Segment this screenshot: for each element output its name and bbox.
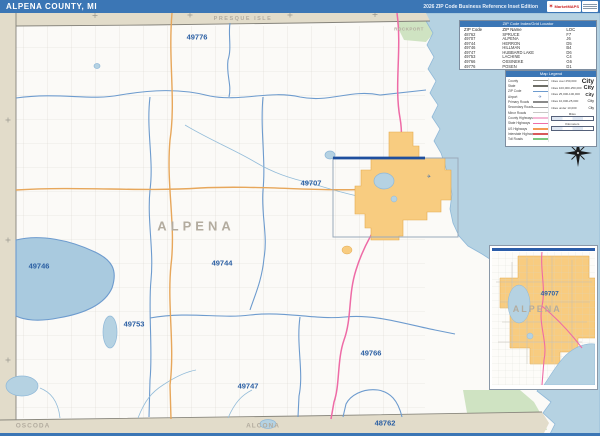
inset-pond <box>526 332 534 340</box>
legend-road-sample <box>532 112 548 114</box>
legend-road-sample <box>532 133 548 136</box>
zip-index-rows: 48762 SPRUCE F7 49707 ALPENA J6 49744 HERRON D5 4… <box>460 33 596 70</box>
inset-map-canvas <box>492 252 595 386</box>
alpena-inset-panel: ALPENA 49707 <box>489 245 598 390</box>
legend-road-label: Primary Roads <box>508 100 530 105</box>
city-area-fragment <box>341 245 353 255</box>
legend-city-item: Cities 10,000-25,000 City <box>551 98 594 105</box>
zip-name-cell: POSEN <box>502 64 517 69</box>
legend-road-sample <box>532 138 548 141</box>
legend-city-sample: City <box>583 84 594 91</box>
logo-fineprint <box>582 1 598 12</box>
legend-road-sample <box>532 106 548 108</box>
legend-road-sample <box>532 101 548 103</box>
scale-km-bar <box>550 126 594 131</box>
montmorency-strip <box>0 13 16 433</box>
legend-road-label: Minor Roads <box>508 110 527 115</box>
bottom-frame-bar <box>0 432 600 436</box>
legend-color-line <box>532 117 548 119</box>
legend-road-sample <box>532 90 548 93</box>
legend-city-label: Cities 100,000-250,000 <box>550 85 582 90</box>
legend-color-line <box>532 128 548 130</box>
legend-city-label: Cities over 250,000 <box>550 79 577 84</box>
scale-bars: Miles Kilometers <box>550 112 594 131</box>
legend-city-sample: City <box>588 105 595 110</box>
logo-text: MarketMAPS <box>554 4 579 9</box>
page-title: ALPENA COUNTY, MI <box>6 2 98 11</box>
zip-index-panel: ZIP Code Index/Grid Locator ZIP Code ZIP… <box>459 20 597 70</box>
legend-road-label: Interstate Highways <box>508 132 533 137</box>
legend-city-classes: Cities over 250,000 City Cities 100,000-25… <box>547 78 594 143</box>
scale-miles-bar <box>550 116 594 121</box>
title-bar: ALPENA COUNTY, MI 2026 ZIP Code Business… <box>0 0 600 13</box>
legend-city-item: Cities 100,000-250,000 City <box>551 85 594 92</box>
legend-city-label: Cities 10,000-25,000 <box>550 99 579 104</box>
marketmaps-logo: ✶ MarketMAPS <box>546 1 598 12</box>
legend-city-sample: City <box>587 99 594 104</box>
minor-roads-grid <box>16 26 425 418</box>
scale-miles: Miles <box>550 112 594 121</box>
edition-subtitle: 2026 ZIP Code Business Reference Inset E… <box>423 3 538 10</box>
inset-county-label: ALPENA <box>512 304 562 315</box>
legend-color-line <box>532 90 548 93</box>
lake-winyah <box>373 172 395 190</box>
zip-code-cell: 49776 <box>464 64 476 69</box>
legend-road-types: County State ZIP Code Airport ✈ Primary Roads… <box>508 78 548 142</box>
legend-road-sample <box>532 80 548 82</box>
legend-road-label: County <box>508 78 519 83</box>
legend-color-line <box>532 106 548 108</box>
legend-road-label: County Highways <box>508 116 533 121</box>
legend-road-sample <box>532 128 548 130</box>
legend-color-line <box>532 112 548 114</box>
inset-title-bar <box>492 248 595 251</box>
legend-color-line <box>532 101 548 103</box>
legend-city-item: Cities over 250,000 City <box>551 78 594 85</box>
legend-road-sample <box>532 85 548 88</box>
legend-road-sample <box>532 117 548 119</box>
inset-zip-label: 49707 <box>540 290 559 298</box>
legend-panel: Map Legend County State ZIP Code Airport ✈ Pr… <box>505 70 597 147</box>
zip-table-row: 49776 POSEN D1 <box>460 65 596 70</box>
logo-main: ✶ MarketMAPS <box>546 1 581 12</box>
legend-color-line <box>532 85 548 88</box>
legend-city-item: Cities 25,000-100,000 City <box>551 91 594 98</box>
legend-city-sample: City <box>585 91 594 97</box>
airport-icon: ✈ <box>538 94 542 100</box>
legend-road-item: Toll Roads <box>508 137 548 142</box>
pond <box>390 195 398 203</box>
legend-road-label: Secondary Roads <box>508 105 533 110</box>
legend-city-label: Cities under 10,000 <box>550 105 577 110</box>
legend-road-label: Airport <box>508 94 518 99</box>
legend-color-line <box>532 133 548 136</box>
map-page: 49776 49746 49744 49753 49707 49766 49747 48762… <box>0 0 600 436</box>
legend-city-item: Cities under 10,000 City <box>551 104 594 111</box>
grid-loc-cell: D1 <box>566 64 572 69</box>
legend-road-sample: ✈ <box>533 94 548 99</box>
legend-city-label: Cities 25,000-100,000 <box>550 92 580 97</box>
legend-road-sample <box>532 122 548 125</box>
legend-color-line <box>532 122 548 125</box>
legend-road-item: Airport ✈ <box>508 94 548 99</box>
scale-kilometers: Kilometers <box>550 122 594 131</box>
logo-star-icon: ✶ <box>548 3 554 10</box>
legend-road-label: State <box>508 84 516 89</box>
inset-map: ALPENA 49707 <box>492 252 595 388</box>
legend-road-label: Toll Roads <box>508 137 523 142</box>
legend-color-line <box>532 138 548 141</box>
legend-road-label: State Highways <box>508 121 531 126</box>
legend-road-label: US Highways <box>508 126 528 131</box>
legend-road-label: ZIP Code <box>508 89 522 94</box>
legend-color-line <box>532 80 548 82</box>
legend-city-sample: City <box>581 77 594 85</box>
